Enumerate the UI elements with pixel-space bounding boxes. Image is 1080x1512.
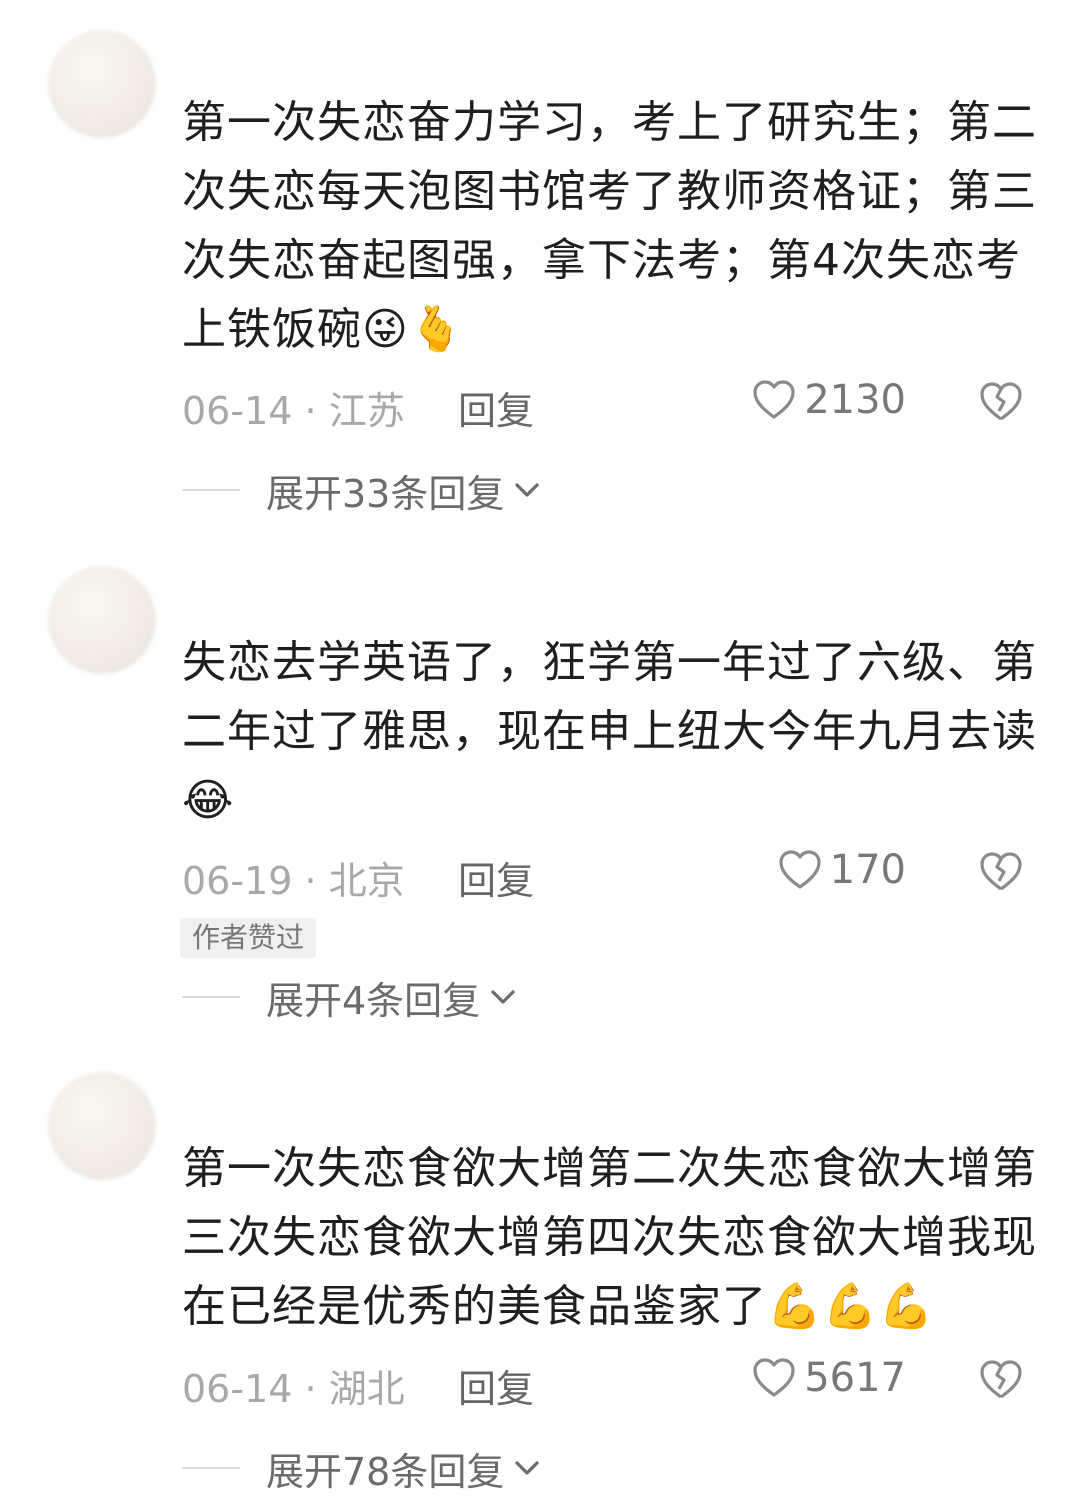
avatar[interactable] (48, 1072, 156, 1180)
emoji: 😜🫰 (362, 304, 465, 355)
broken-heart-icon[interactable] (976, 846, 1026, 896)
broken-heart-icon[interactable] (976, 376, 1026, 426)
broken-heart-icon[interactable] (976, 1354, 1026, 1404)
comment-date-location: 06-14 · 江苏 (182, 389, 405, 433)
avatar[interactable] (48, 30, 156, 138)
like-button[interactable]: 2130 (750, 376, 906, 424)
reply-button[interactable]: 回复 (458, 1358, 534, 1413)
heart-icon (753, 380, 795, 419)
chevron-down-icon (515, 1461, 539, 1475)
expand-replies-label: 展开4条回复 (266, 978, 481, 1023)
expand-replies-button[interactable]: 展开78条回复 (182, 1438, 544, 1498)
emoji: 💪💪💪 (767, 1281, 935, 1332)
heart-icon (753, 1358, 795, 1397)
expand-replies-label: 展开78条回复 (266, 1449, 505, 1494)
comment-meta: 06-19 · 北京 回复 170 (182, 842, 1042, 905)
comment-date-location: 06-19 · 北京 (182, 859, 405, 903)
like-button[interactable]: 170 (776, 846, 906, 894)
emoji: 😂 (182, 775, 235, 826)
like-count: 170 (829, 847, 906, 893)
username[interactable] (182, 40, 622, 80)
expand-replies-button[interactable]: 展开4条回复 (182, 967, 520, 1027)
chevron-down-icon (491, 990, 515, 1004)
username[interactable] (182, 1082, 622, 1122)
divider-line (182, 1467, 240, 1469)
author-liked-badge: 作者赞过 (180, 918, 317, 958)
comment-meta: 06-14 · 江苏 回复 2130 (182, 372, 1042, 435)
comment-text: 第一次失恋食欲大增第二次失恋食欲大增第三次失恋食欲大增第四次失恋食欲大增我现在已… (182, 1143, 1037, 1332)
like-button[interactable]: 5617 (750, 1354, 906, 1402)
heart-icon (779, 850, 821, 889)
like-count: 2130 (804, 377, 906, 423)
comment-text: 失恋去学英语了，狂学第一年过了六级、第二年过了雅思，现在申上纽大今年九月去读😂 (182, 637, 1037, 826)
divider-line (182, 489, 240, 491)
comment-text: 第一次失恋奋力学习，考上了研究生；第二次失恋每天泡图书馆考了教师资格证；第三次失… (182, 97, 1037, 355)
divider-line (182, 996, 240, 998)
reply-button[interactable]: 回复 (458, 850, 534, 905)
expand-replies-label: 展开33条回复 (266, 471, 505, 516)
comment-meta: 06-14 · 湖北 回复 5617 (182, 1350, 1042, 1413)
reply-button[interactable]: 回复 (458, 380, 534, 435)
expand-replies-button[interactable]: 展开33条回复 (182, 460, 544, 520)
username[interactable] (182, 572, 622, 612)
comment-date-location: 06-14 · 湖北 (182, 1367, 405, 1411)
like-count: 5617 (804, 1355, 906, 1401)
chevron-down-icon (515, 483, 539, 497)
avatar[interactable] (48, 566, 156, 674)
